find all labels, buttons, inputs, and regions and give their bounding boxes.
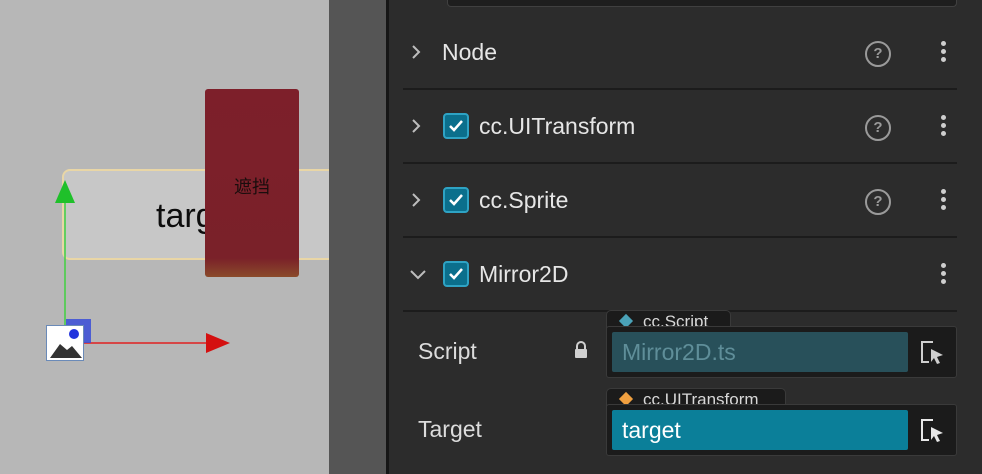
component-header-mirror2d[interactable]: Mirror2D (403, 236, 957, 312)
component-title: Node (442, 39, 497, 65)
component-title: cc.Sprite (479, 187, 569, 213)
image-sprite-icon (46, 325, 84, 361)
component-header-node[interactable]: Node ? (403, 14, 957, 90)
target-field[interactable]: target (606, 404, 957, 456)
help-icon[interactable]: ? (865, 41, 891, 67)
lock-icon (575, 341, 587, 358)
y-axis-arrow (55, 180, 75, 203)
chevron-right-icon[interactable] (409, 193, 423, 207)
target-value: target (622, 417, 681, 443)
chevron-down-icon[interactable] (409, 267, 427, 281)
more-vertical-icon[interactable] (941, 189, 947, 211)
chevron-right-icon[interactable] (409, 119, 423, 133)
inspector-panel: Node ? cc.UITransform ? cc.Sprite ? Mirr… (389, 0, 982, 474)
node-picker-icon[interactable] (919, 340, 945, 366)
more-vertical-icon[interactable] (941, 263, 947, 285)
script-label: Script (418, 338, 477, 364)
checkbox-checked-icon[interactable] (443, 187, 469, 213)
component-header-uitransform[interactable]: cc.UITransform ? (403, 88, 957, 164)
move-gizmo[interactable] (0, 0, 329, 474)
node-picker-icon[interactable] (919, 418, 945, 444)
checkbox-checked-icon[interactable] (443, 261, 469, 287)
help-icon[interactable]: ? (865, 189, 891, 215)
script-field[interactable]: Mirror2D.ts (606, 326, 957, 378)
target-label: Target (418, 416, 482, 442)
chevron-right-icon[interactable] (409, 45, 423, 59)
help-icon[interactable]: ? (865, 115, 891, 141)
script-value: Mirror2D.ts (622, 339, 736, 365)
more-vertical-icon[interactable] (941, 41, 947, 63)
scene-view[interactable]: targ 遮挡 (0, 0, 329, 474)
component-header-sprite[interactable]: cc.Sprite ? (403, 162, 957, 238)
x-axis-arrow (206, 333, 230, 353)
component-title: Mirror2D (479, 261, 569, 287)
checkbox-checked-icon[interactable] (443, 113, 469, 139)
script-value-box: Mirror2D.ts (612, 332, 908, 372)
component-title: cc.UITransform (479, 113, 636, 139)
more-vertical-icon[interactable] (941, 115, 947, 137)
panel-divider (329, 0, 386, 474)
top-field-edge (447, 0, 957, 7)
target-value-box: target (612, 410, 908, 450)
